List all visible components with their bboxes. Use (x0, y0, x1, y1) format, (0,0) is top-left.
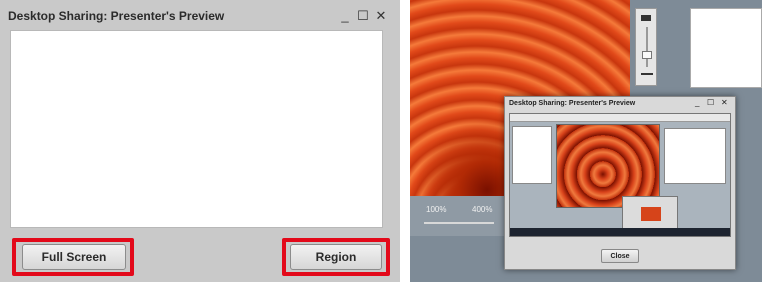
volume-slider[interactable] (635, 8, 657, 86)
minimize-icon[interactable]: _ (336, 8, 354, 24)
nested-close-icon[interactable]: ✕ (721, 98, 728, 107)
region-button[interactable]: Region (290, 244, 382, 270)
window-title: Desktop Sharing: Presenter's Preview (8, 9, 225, 23)
nested-right-pane (664, 128, 726, 184)
zoom-slider[interactable] (424, 222, 494, 224)
nested-minimize-icon[interactable]: _ (695, 98, 699, 107)
shared-desktop-preview: 100% 400% Desktop Sharing: Presenter's P… (410, 0, 762, 282)
window-titlebar[interactable]: Desktop Sharing: Presenter's Preview _ ☐… (8, 5, 390, 27)
slider-top-icon (641, 15, 651, 21)
zoom-max-label: 400% (472, 205, 493, 214)
maximize-icon[interactable]: ☐ (354, 8, 372, 24)
zoom-min-label: 100% (426, 205, 447, 214)
preview-area (10, 30, 383, 228)
side-panel (690, 8, 762, 88)
nested-maximize-icon[interactable]: ☐ (707, 98, 714, 107)
slider-track (646, 27, 648, 67)
close-button[interactable]: Close (601, 249, 639, 263)
nested-screen-capture (509, 113, 731, 237)
nested-window-title: Desktop Sharing: Presenter's Preview (509, 100, 636, 107)
nested-inner-window (622, 196, 678, 230)
nested-preview-window: Desktop Sharing: Presenter's Preview _ ☐… (504, 96, 736, 270)
nested-left-pane (512, 126, 552, 184)
nested-taskbar (510, 228, 730, 236)
full-screen-button[interactable]: Full Screen (22, 244, 126, 270)
slider-handle[interactable] (642, 51, 652, 59)
nested-toolbar (510, 114, 730, 122)
presenter-preview-window: Desktop Sharing: Presenter's Preview _ ☐… (0, 0, 400, 282)
nested-inner-flower (641, 207, 661, 221)
close-icon[interactable]: ✕ (372, 8, 390, 24)
zoom-bar (410, 196, 506, 236)
minus-icon (641, 73, 653, 75)
